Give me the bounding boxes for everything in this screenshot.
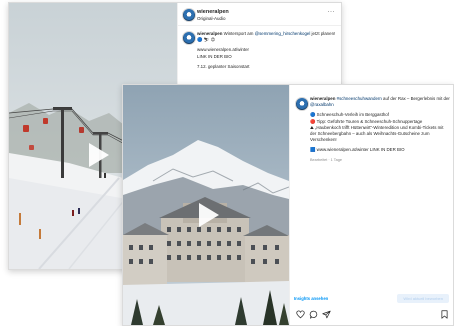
heart-icon[interactable] <box>296 310 305 319</box>
play-icon[interactable] <box>89 143 109 167</box>
caption-line-3: ⛰ „Haubenkoch trifft Hüttenwirt“-Wintere… <box>310 124 444 143</box>
caption: wieneralpen #schneeschuhwandern auf der … <box>310 96 450 154</box>
caption-hashtag[interactable]: #schneeschuhwandern <box>337 96 382 101</box>
caption-username[interactable]: wieneralpen <box>197 31 222 36</box>
caption-date-line: 7.12. geplanter Saisonstart <box>197 63 250 69</box>
more-options-icon[interactable]: ··· <box>328 9 336 15</box>
bookmark-icon[interactable] <box>440 310 449 319</box>
front-post-card: wieneralpen #schneeschuhwandern auf der … <box>122 84 454 326</box>
caption-avatar[interactable] <box>295 97 309 111</box>
post-meta: Bearbeitet · 1 Tage <box>310 158 343 162</box>
caption-url-line: 🟦 www.wieneralpen.at/winter LINK IN DER … <box>310 147 405 153</box>
caption-username[interactable]: wieneralpen <box>310 96 335 101</box>
front-post-panel: wieneralpen #schneeschuhwandern auf der … <box>289 85 453 325</box>
share-icon[interactable] <box>322 310 331 319</box>
caption: wieneralpen Wintersport am @semmering_hi… <box>197 31 337 70</box>
audio-label[interactable]: Original-Audio <box>197 16 226 21</box>
post-header: wieneralpen Original-Audio ··· <box>178 3 341 26</box>
play-icon[interactable] <box>199 203 219 227</box>
profile-avatar[interactable] <box>182 8 196 22</box>
caption-avatar[interactable] <box>182 31 196 45</box>
caption-text-before: Wintersport am <box>222 31 255 36</box>
promoted-button[interactable]: Wird aktuell beworben <box>397 294 449 303</box>
insights-link[interactable]: Insights ansehen <box>294 296 328 301</box>
mountain-hotel-video[interactable] <box>123 85 289 325</box>
profile-username[interactable]: wieneralpen <box>197 9 229 15</box>
caption-mention[interactable]: @raxalbahn <box>310 102 334 107</box>
caption-mention[interactable]: @semmering_hirschenkogel <box>255 31 311 36</box>
caption-text-after: jetzt planen! <box>310 31 336 36</box>
comment-icon[interactable] <box>309 310 318 319</box>
action-bar <box>296 310 449 320</box>
caption-text-mid: auf der Rax – Bergerlebnis mit der <box>381 96 450 101</box>
